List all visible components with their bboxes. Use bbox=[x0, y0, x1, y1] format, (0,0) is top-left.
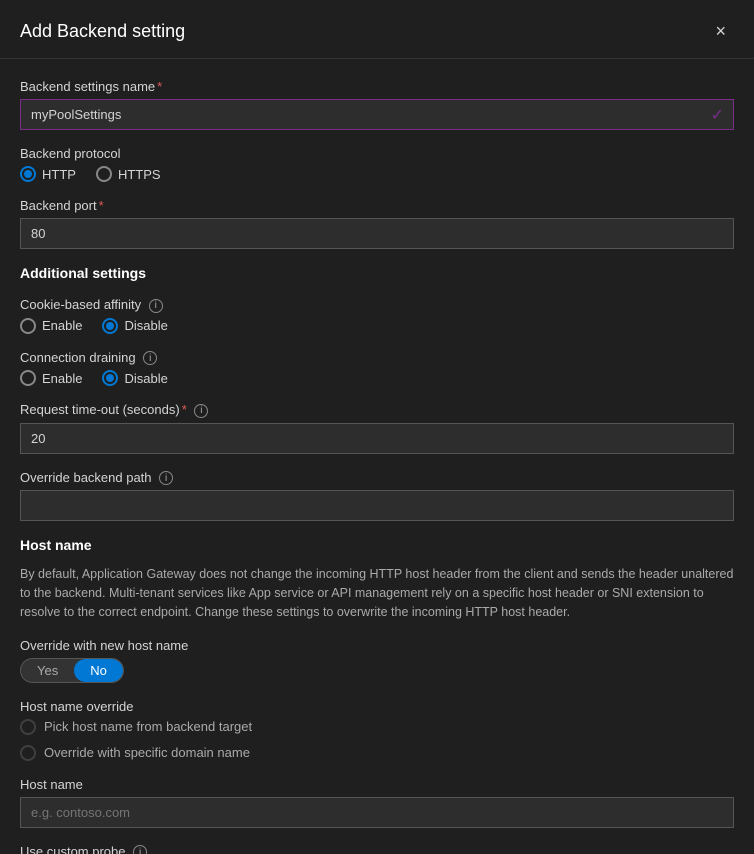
override-domain-radio bbox=[20, 745, 36, 761]
toggle-no[interactable]: No bbox=[74, 659, 123, 682]
draining-disable-label[interactable]: Disable bbox=[102, 370, 167, 386]
additional-settings-title: Additional settings bbox=[20, 265, 734, 281]
host-name-description: By default, Application Gateway does not… bbox=[20, 565, 734, 621]
pick-host-label: Pick host name from backend target bbox=[44, 719, 252, 734]
cookie-affinity-label: Cookie-based affinity i bbox=[20, 297, 734, 313]
host-name-title: Host name bbox=[20, 537, 734, 553]
pick-host-option: Pick host name from backend target bbox=[20, 719, 734, 735]
request-timeout-label: Request time-out (seconds)* i bbox=[20, 402, 734, 418]
request-timeout-info-icon[interactable]: i bbox=[194, 404, 208, 418]
panel-body: Backend settings name* ✓ Backend protoco… bbox=[0, 59, 754, 854]
close-button[interactable]: × bbox=[707, 18, 734, 44]
backend-protocol-radio-group: HTTP HTTPS bbox=[20, 166, 734, 182]
protocol-https-radio[interactable] bbox=[96, 166, 112, 182]
input-valid-icon: ✓ bbox=[711, 105, 724, 125]
cookie-enable-text: Enable bbox=[42, 318, 82, 333]
connection-draining-info-icon[interactable]: i bbox=[143, 351, 157, 365]
request-timeout-input[interactable] bbox=[20, 423, 734, 454]
cookie-disable-label[interactable]: Disable bbox=[102, 318, 167, 334]
protocol-http-label[interactable]: HTTP bbox=[20, 166, 76, 182]
protocol-https-label[interactable]: HTTPS bbox=[96, 166, 161, 182]
cookie-disable-text: Disable bbox=[124, 318, 167, 333]
override-domain-option: Override with specific domain name bbox=[20, 745, 734, 761]
host-name-section: Host name By default, Application Gatewa… bbox=[20, 537, 734, 621]
override-domain-label: Override with specific domain name bbox=[44, 745, 250, 760]
cookie-disable-radio[interactable] bbox=[102, 318, 118, 334]
override-new-host-group: Override with new host name Yes No bbox=[20, 638, 734, 683]
override-backend-path-info-icon[interactable]: i bbox=[159, 471, 173, 485]
override-backend-path-group: Override backend path i bbox=[20, 470, 734, 522]
backend-port-input[interactable] bbox=[20, 218, 734, 249]
backend-port-label: Backend port* bbox=[20, 198, 734, 213]
custom-probe-label: Use custom probe i bbox=[20, 844, 734, 854]
host-name-input-label: Host name bbox=[20, 777, 734, 792]
draining-enable-radio[interactable] bbox=[20, 370, 36, 386]
override-backend-path-label: Override backend path i bbox=[20, 470, 734, 486]
connection-draining-group: Connection draining i Enable Disable bbox=[20, 350, 734, 387]
connection-draining-radio-group: Enable Disable bbox=[20, 370, 734, 386]
backend-settings-name-label: Backend settings name* bbox=[20, 79, 734, 94]
protocol-http-radio[interactable] bbox=[20, 166, 36, 182]
cookie-enable-radio[interactable] bbox=[20, 318, 36, 334]
host-name-override-group: Host name override Pick host name from b… bbox=[20, 699, 734, 761]
host-name-input-group: Host name bbox=[20, 777, 734, 828]
additional-settings-section: Additional settings bbox=[20, 265, 734, 281]
backend-protocol-group: Backend protocol HTTP HTTPS bbox=[20, 146, 734, 182]
host-name-input[interactable] bbox=[20, 797, 734, 828]
draining-enable-text: Enable bbox=[42, 371, 82, 386]
required-indicator-port: * bbox=[99, 198, 104, 213]
add-backend-setting-panel: Add Backend setting × Backend settings n… bbox=[0, 0, 754, 854]
draining-enable-label[interactable]: Enable bbox=[20, 370, 82, 386]
draining-disable-text: Disable bbox=[124, 371, 167, 386]
panel-header: Add Backend setting × bbox=[0, 0, 754, 59]
custom-probe-group: Use custom probe i Yes No bbox=[20, 844, 734, 854]
required-indicator-timeout: * bbox=[182, 402, 187, 417]
override-new-host-toggle[interactable]: Yes No bbox=[20, 658, 124, 683]
panel-title: Add Backend setting bbox=[20, 21, 185, 42]
backend-port-group: Backend port* bbox=[20, 198, 734, 249]
cookie-affinity-info-icon[interactable]: i bbox=[149, 299, 163, 313]
pick-host-radio bbox=[20, 719, 36, 735]
connection-draining-label: Connection draining i bbox=[20, 350, 734, 366]
host-name-override-label: Host name override bbox=[20, 699, 734, 714]
cookie-affinity-group: Cookie-based affinity i Enable Disable bbox=[20, 297, 734, 334]
backend-settings-name-input[interactable] bbox=[20, 99, 734, 130]
protocol-http-text: HTTP bbox=[42, 167, 76, 182]
backend-settings-name-group: Backend settings name* ✓ bbox=[20, 79, 734, 130]
backend-protocol-label: Backend protocol bbox=[20, 146, 734, 161]
override-backend-path-input[interactable] bbox=[20, 490, 734, 521]
protocol-https-text: HTTPS bbox=[118, 167, 161, 182]
request-timeout-group: Request time-out (seconds)* i bbox=[20, 402, 734, 454]
override-new-host-label: Override with new host name bbox=[20, 638, 734, 653]
cookie-enable-label[interactable]: Enable bbox=[20, 318, 82, 334]
custom-probe-info-icon[interactable]: i bbox=[133, 845, 147, 854]
cookie-affinity-radio-group: Enable Disable bbox=[20, 318, 734, 334]
toggle-yes[interactable]: Yes bbox=[21, 659, 74, 682]
backend-settings-name-wrapper: ✓ bbox=[20, 99, 734, 130]
draining-disable-radio[interactable] bbox=[102, 370, 118, 386]
required-indicator: * bbox=[157, 79, 162, 94]
